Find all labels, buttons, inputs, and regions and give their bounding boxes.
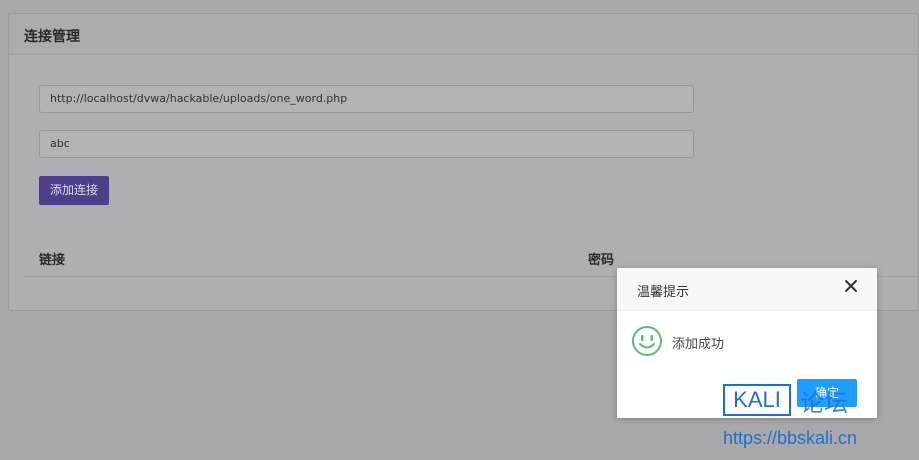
watermark-url: https://bbskali.cn [723, 428, 858, 448]
panel-title: 连接管理 [24, 29, 80, 45]
column-header-link: 链接 [39, 253, 66, 268]
watermark-logo: KALI [723, 384, 791, 416]
add-connection-button[interactable]: 添加连接 [39, 176, 109, 205]
smile-icon [631, 325, 663, 357]
close-icon[interactable] [843, 278, 859, 294]
watermark-suffix: 论坛 [800, 389, 848, 417]
column-header-password: 密码 [588, 253, 615, 268]
dialog-header: 温馨提示 [617, 268, 877, 311]
url-input[interactable]: http://localhost/dvwa/hackable/uploads/o… [39, 85, 694, 113]
password-input[interactable]: abc [39, 130, 694, 158]
dialog-title: 温馨提示 [637, 285, 690, 300]
dialog-message: 添加成功 [672, 337, 725, 352]
panel-header: 连接管理 [9, 14, 918, 55]
connection-panel: 连接管理 http://localhost/dvwa/hackable/uplo… [8, 13, 919, 311]
